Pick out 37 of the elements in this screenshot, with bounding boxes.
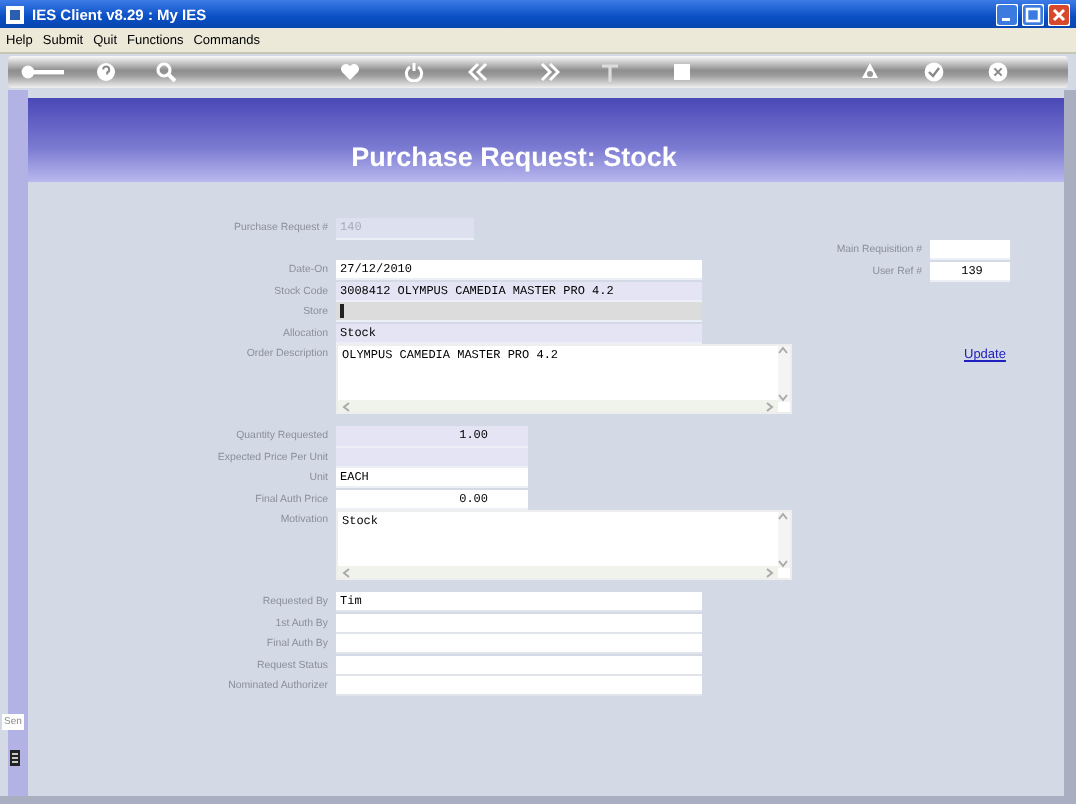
scroll-up-icon[interactable] — [778, 346, 788, 354]
scroll-down-icon[interactable] — [778, 560, 788, 568]
text-cursor — [340, 304, 344, 318]
scroll-right-icon[interactable] — [766, 401, 774, 411]
app-icon — [6, 5, 24, 23]
scroll-right-icon[interactable] — [766, 567, 774, 577]
double-right-icon[interactable] — [540, 62, 560, 82]
check-icon[interactable] — [924, 62, 944, 82]
horizontal-scrollbar[interactable] — [338, 400, 778, 412]
minimize-button[interactable] — [996, 3, 1018, 25]
input-field[interactable] — [336, 634, 702, 654]
double-left-icon[interactable] — [468, 62, 488, 82]
input-field[interactable] — [336, 655, 702, 675]
square-icon[interactable] — [672, 62, 692, 82]
input-field[interactable] — [930, 240, 1010, 260]
vertical-scrollbar[interactable] — [778, 512, 790, 568]
scroll-down-icon[interactable] — [778, 394, 788, 402]
input-field[interactable] — [336, 676, 702, 696]
input-field[interactable] — [336, 302, 702, 322]
input-field[interactable] — [336, 447, 528, 467]
help-icon[interactable] — [96, 62, 116, 82]
heart-icon[interactable] — [340, 62, 360, 82]
power-icon[interactable] — [404, 62, 424, 82]
search-icon[interactable] — [156, 62, 176, 82]
key-icon[interactable] — [20, 62, 68, 82]
page-title: Purchase Request: Stock — [351, 142, 677, 172]
scroll-up-icon[interactable] — [778, 512, 788, 520]
text-icon[interactable] — [600, 62, 620, 82]
document-icon[interactable] — [10, 750, 20, 766]
scroll-left-icon[interactable] — [342, 567, 350, 577]
scroll-left-icon[interactable] — [342, 401, 350, 411]
maximize-button[interactable] — [1022, 3, 1044, 25]
vertical-scrollbar[interactable] — [778, 346, 790, 402]
close-button[interactable] — [1048, 3, 1070, 25]
close-icon[interactable] — [988, 62, 1008, 82]
horizontal-scrollbar[interactable] — [338, 566, 778, 578]
input-field[interactable] — [336, 613, 702, 633]
